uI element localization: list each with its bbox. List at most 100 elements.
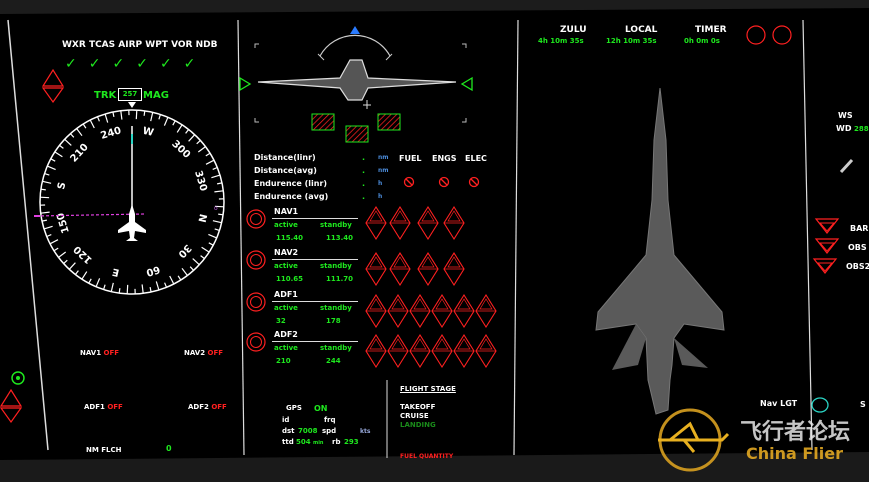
aircraft-top-view xyxy=(595,87,725,415)
stage-takeoff[interactable]: TAKEOFF xyxy=(400,403,435,411)
radio-active-freq: 210 xyxy=(276,357,291,365)
gps-kts-label: kts xyxy=(360,428,371,435)
fuel-label: FUEL xyxy=(399,154,422,163)
radio-standby-label: standby xyxy=(320,304,352,312)
gps-label: GPS xyxy=(286,404,302,412)
radio-swap-button[interactable] xyxy=(246,250,268,272)
adf1-off: ADF1 OFF xyxy=(84,403,123,411)
gps-state: ON xyxy=(314,404,328,413)
local-value: 12h 10m 35s xyxy=(606,37,657,45)
compass-rose: N 30 60 E 120150 S 210 240 W 300330 o xyxy=(34,102,225,295)
radio-standby-freq: 111.70 xyxy=(326,275,354,283)
check-wpt-icon[interactable]: ✓ xyxy=(136,56,160,72)
obs1-label: OBS xyxy=(848,243,867,252)
radio-name: ADF1 xyxy=(274,290,298,299)
timer-label: TIMER xyxy=(695,25,727,35)
nm-flch-label: NM FLCH xyxy=(86,446,122,454)
range-up-button[interactable] xyxy=(41,68,72,108)
gps-ttd-value: 504 xyxy=(296,438,311,446)
radio-active-label: active xyxy=(274,262,298,270)
radio-swap-button[interactable] xyxy=(246,209,268,231)
nav-lgt-toggle[interactable] xyxy=(810,396,832,416)
radio-divider xyxy=(272,301,358,302)
svg-text:o: o xyxy=(214,205,218,212)
svg-text:E: E xyxy=(111,266,120,278)
filter-wpt[interactable]: WPT xyxy=(145,40,168,50)
zulu-label: ZULU xyxy=(560,25,587,35)
range-down-button[interactable] xyxy=(0,388,30,428)
distance-row-value: . xyxy=(362,153,366,162)
watermark-cn: 飞行者论坛 xyxy=(740,420,851,445)
flight-stage-title: FLIGHT STAGE xyxy=(400,385,456,393)
check-wxr-icon[interactable]: ✓ xyxy=(65,56,89,72)
bar-label: BAR xyxy=(850,224,869,233)
trk-label: TRK xyxy=(94,90,117,101)
wind-arrow-icon xyxy=(839,158,854,174)
gps-rb-label: rb xyxy=(332,438,341,446)
gps-spd-label: spd xyxy=(322,427,337,435)
svg-text:330: 330 xyxy=(192,169,209,192)
distance-row-unit: nm xyxy=(378,154,389,161)
radio-standby-label: standby xyxy=(320,344,352,352)
filter-vor[interactable]: VOR xyxy=(171,40,192,50)
radio-divider xyxy=(272,259,358,260)
svg-text:150: 150 xyxy=(55,211,72,234)
radio-standby-label: standby xyxy=(320,221,352,229)
distance-row-label: Distance(avg) xyxy=(254,166,317,175)
wd-value: 288 xyxy=(854,125,869,133)
check-ndb-icon[interactable]: ✓ xyxy=(184,56,208,72)
right-adjust-buttons[interactable] xyxy=(812,215,846,275)
heading-readout: 257 xyxy=(118,88,142,101)
radio-name: NAV2 xyxy=(274,248,299,257)
filter-wxr[interactable]: WXR xyxy=(62,40,86,50)
radio-standby-label: standby xyxy=(320,262,352,270)
check-tcas-icon[interactable]: ✓ xyxy=(89,56,113,72)
svg-text:60: 60 xyxy=(145,263,162,278)
watermark-en: China Flier xyxy=(746,444,844,463)
s-label: S xyxy=(860,400,866,409)
gps-dst-label: dst xyxy=(282,427,295,435)
nav1-off: NAV1 OFF xyxy=(80,349,120,357)
filter-checks: ✓✓✓✓✓✓ xyxy=(65,56,207,72)
radio-active-freq: 110.65 xyxy=(276,275,304,283)
distance-row-value: . xyxy=(362,166,366,175)
radio-active-freq: 115.40 xyxy=(276,234,304,242)
radio-adjust-buttons[interactable] xyxy=(362,205,502,369)
timer-buttons[interactable] xyxy=(746,24,796,48)
radio-name: ADF2 xyxy=(274,330,298,339)
radio-active-label: active xyxy=(274,304,298,312)
stage-landing[interactable]: LANDING xyxy=(400,421,436,429)
filter-airp[interactable]: AIRP xyxy=(118,40,142,50)
radio-swap-button[interactable] xyxy=(246,292,268,314)
status-led-icon xyxy=(11,371,25,385)
distance-row-label: Endurence (avg) xyxy=(254,192,329,201)
filter-tcas[interactable]: TCAS xyxy=(89,40,115,50)
watermark-logo xyxy=(658,408,730,472)
obs2-label: OBS2 xyxy=(846,262,869,271)
gps-frq-label: frq xyxy=(324,416,336,424)
radio-standby-freq: 178 xyxy=(326,317,341,325)
timer-value: 0h 0m 0s xyxy=(684,37,720,45)
filter-ndb[interactable]: NDB xyxy=(196,40,218,50)
check-airp-icon[interactable]: ✓ xyxy=(112,56,136,72)
distance-row-unit: h xyxy=(378,193,383,200)
ws-label: WS xyxy=(838,111,853,120)
distance-row-unit: nm xyxy=(378,167,389,174)
check-vor-icon[interactable]: ✓ xyxy=(160,56,184,72)
system-hatch-indicators xyxy=(311,113,401,143)
adf2-off: ADF2 OFF xyxy=(188,403,227,411)
svg-text:30: 30 xyxy=(176,242,194,260)
radio-standby-freq: 113.40 xyxy=(326,234,354,242)
elec-label: ELEC xyxy=(465,154,487,163)
gps-ttd-label: ttd xyxy=(282,438,294,446)
distance-row-value: . xyxy=(362,192,366,201)
cockpit-display: WXR TCAS AIRP WPT VOR NDB ✓✓✓✓✓✓ TRK 257… xyxy=(0,0,869,482)
stage-cruise[interactable]: CRUISE xyxy=(400,412,429,420)
local-label: LOCAL xyxy=(625,25,658,35)
svg-text:W: W xyxy=(141,126,154,139)
radio-swap-button[interactable] xyxy=(246,332,268,354)
svg-text:120: 120 xyxy=(72,243,95,265)
engs-label: ENGS xyxy=(432,154,457,163)
filter-labels: WXR TCAS AIRP WPT VOR NDB xyxy=(62,40,217,50)
radio-active-label: active xyxy=(274,344,298,352)
